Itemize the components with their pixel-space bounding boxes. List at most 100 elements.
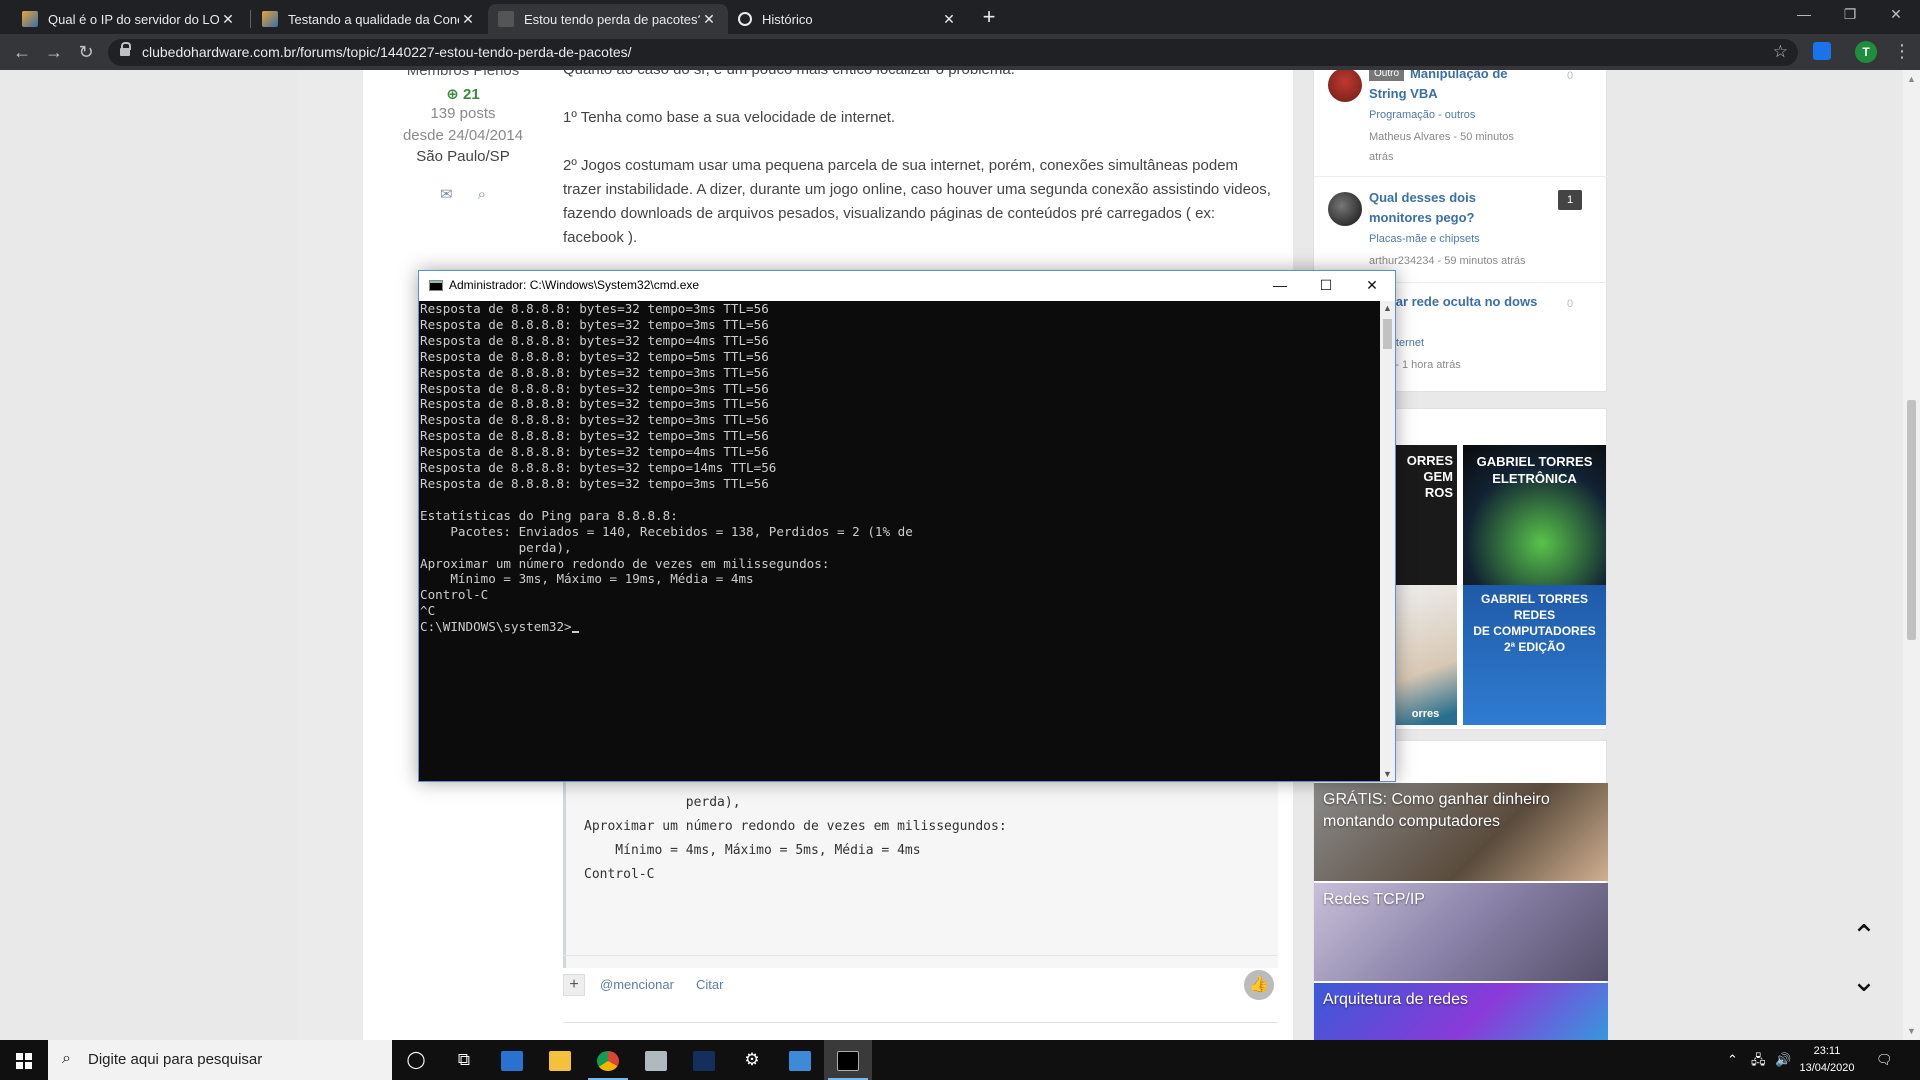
scroll-up-arrow-icon[interactable]: ▲ bbox=[1907, 74, 1916, 84]
app-icon[interactable] bbox=[632, 1040, 680, 1080]
app-icon[interactable] bbox=[680, 1040, 728, 1080]
cmd-output: Resposta de 8.8.8.8: bytes=32 tempo=3ms … bbox=[420, 301, 913, 635]
network-icon[interactable]: 🖧 bbox=[1751, 1040, 1766, 1080]
scroll-down-chevron-icon[interactable]: ⌄ bbox=[1850, 967, 1878, 998]
profile-avatar[interactable]: T bbox=[1855, 41, 1877, 63]
cmd-title-bar[interactable]: Administrador: C:\Windows\System32\cmd.e… bbox=[419, 271, 1395, 301]
cmd-scrollbar[interactable]: ▲ ▼ bbox=[1380, 301, 1395, 781]
reload-button[interactable]: ↻ bbox=[74, 41, 98, 63]
site-favicon-icon bbox=[22, 11, 38, 27]
cmd-taskbar-icon[interactable] bbox=[824, 1040, 872, 1080]
topic-category[interactable]: Programação - outros bbox=[1369, 109, 1475, 121]
reply-count: 1 bbox=[1558, 190, 1582, 210]
reply-count: 0 bbox=[1566, 70, 1574, 82]
extension-icon[interactable] bbox=[1813, 42, 1831, 60]
cmd-console[interactable]: Resposta de 8.8.8.8: bytes=32 tempo=3ms … bbox=[419, 301, 1380, 781]
book-cover[interactable]: GABRIEL TORRES ELETRÔNICA bbox=[1463, 445, 1606, 585]
chrome-icon[interactable] bbox=[584, 1040, 632, 1080]
prefix-badge: Outro bbox=[1369, 70, 1405, 81]
course-label: GRÁTIS: Como ganhar dinheiro montando co… bbox=[1323, 791, 1550, 830]
bookmark-star-icon[interactable]: ☆ bbox=[1773, 42, 1788, 62]
topic-category[interactable]: Placas-mãe e chipsets bbox=[1369, 233, 1480, 245]
book-cover[interactable]: ORRES GEM ROS bbox=[1394, 445, 1457, 585]
back-button[interactable]: ← bbox=[10, 41, 34, 63]
scroll-down-arrow-icon[interactable]: ▼ bbox=[1383, 769, 1392, 779]
scroll-down-arrow-icon[interactable]: ▼ bbox=[1907, 1026, 1916, 1036]
close-icon[interactable]: ✕ bbox=[219, 11, 237, 28]
site-favicon-icon bbox=[498, 11, 514, 27]
show-hidden-icons-chevron-icon[interactable]: ⌃ bbox=[1727, 1040, 1738, 1080]
scrollbar-thumb[interactable] bbox=[1383, 319, 1392, 349]
new-tab-button[interactable]: + bbox=[975, 4, 1003, 32]
author-member-since: desde 24/04/2014 bbox=[402, 127, 524, 144]
post-paragraph: 2º Jogos costumam usar uma pequena parce… bbox=[563, 157, 1271, 246]
mention-link[interactable]: @mencionar bbox=[600, 977, 674, 992]
search-placeholder: Digite aqui para pesquisar bbox=[88, 1051, 263, 1068]
author-actions: ✉ ⌕ bbox=[363, 185, 563, 203]
book-title: ORRES GEM ROS bbox=[1406, 453, 1453, 500]
tab-title: Qual é o IP do servidor do LOL p bbox=[48, 11, 219, 27]
browser-tab[interactable]: Qual é o IP do servidor do LOL p ✕ bbox=[12, 4, 247, 34]
course-banner[interactable]: Redes TCP/IP bbox=[1314, 883, 1608, 981]
cmd-close-button[interactable]: ✕ bbox=[1349, 271, 1395, 301]
file-explorer-icon[interactable] bbox=[536, 1040, 584, 1080]
multiquote-plus-button[interactable]: + bbox=[563, 974, 585, 996]
browser-tab-active[interactable]: Estou tendo perda de pacotes? - ✕ bbox=[488, 4, 728, 34]
message-envelope-icon[interactable]: ✉ bbox=[440, 186, 453, 203]
minimize-button[interactable]: — bbox=[1781, 0, 1827, 30]
notifications-icon[interactable]: 🗨 bbox=[1876, 1040, 1893, 1080]
author-location: São Paulo/SP bbox=[416, 148, 510, 165]
browser-menu-icon[interactable]: ⋮ bbox=[1893, 40, 1911, 62]
mail-icon[interactable] bbox=[488, 1040, 536, 1080]
book-title: GABRIEL TORRES ELETRÔNICA bbox=[1476, 454, 1593, 486]
page-scrollbar[interactable]: ▲ ▼ bbox=[1903, 70, 1920, 1040]
lock-icon bbox=[120, 42, 131, 57]
like-thumbs-up-icon[interactable]: 👍 bbox=[1244, 970, 1274, 1000]
browser-tab[interactable]: Testando a qualidade da Conexã ✕ bbox=[252, 4, 487, 34]
topic-title[interactable]: Qual desses dois monitores pego? bbox=[1369, 188, 1539, 228]
post-paragraph: Quanto ao caso do sr, é um pouco mais cr… bbox=[563, 70, 1278, 82]
book-title: GABRIEL TORRES REDES DE COMPUTADORES 2ª … bbox=[1473, 592, 1596, 654]
close-icon[interactable]: ✕ bbox=[459, 11, 477, 28]
browser-tab[interactable]: Histórico ✕ bbox=[728, 4, 968, 34]
windows-taskbar: ⌕ Digite aqui para pesquisar ◯ ⧉ ⚙ ⌃ 🖧 🔊… bbox=[0, 1040, 1920, 1080]
course-banner[interactable]: Arquitetura de redes bbox=[1314, 983, 1608, 1040]
divider bbox=[1314, 176, 1608, 177]
system-clock[interactable]: 23:11 13/04/2020 bbox=[1787, 1043, 1867, 1077]
tab-title: Histórico bbox=[762, 11, 813, 27]
url-text: clubedohardware.com.br/forums/topic/1440… bbox=[142, 44, 632, 60]
task-view-icon[interactable]: ⧉ bbox=[440, 1040, 488, 1080]
avatar bbox=[1328, 192, 1362, 226]
scroll-up-arrow-icon[interactable]: ▲ bbox=[1383, 303, 1392, 313]
search-icon[interactable]: ⌕ bbox=[478, 186, 486, 203]
quote-link[interactable]: Citar bbox=[696, 977, 723, 992]
cortana-icon[interactable]: ◯ bbox=[392, 1040, 440, 1080]
book-cover[interactable]: GABRIEL TORRES REDES DE COMPUTADORES 2ª … bbox=[1463, 585, 1606, 725]
settings-gear-icon[interactable]: ⚙ bbox=[728, 1040, 776, 1080]
address-bar[interactable]: clubedohardware.com.br/forums/topic/1440… bbox=[108, 39, 1798, 66]
reply-count: 0 bbox=[1566, 298, 1574, 310]
book-cover[interactable]: orres bbox=[1394, 585, 1457, 725]
close-icon[interactable]: ✕ bbox=[700, 11, 718, 28]
course-banner[interactable]: GRÁTIS: Como ganhar dinheiro montando co… bbox=[1314, 783, 1608, 881]
windows-logo-icon bbox=[16, 1053, 32, 1069]
forward-button[interactable]: → bbox=[42, 41, 66, 63]
divider bbox=[563, 1022, 1278, 1023]
scrollbar-thumb[interactable] bbox=[1907, 400, 1916, 640]
close-window-button[interactable]: ✕ bbox=[1873, 0, 1919, 30]
app-icon[interactable] bbox=[776, 1040, 824, 1080]
cmd-minimize-button[interactable]: — bbox=[1257, 271, 1303, 301]
cmd-maximize-button[interactable]: ☐ bbox=[1303, 271, 1349, 301]
courses-card: GRÁTIS: Como ganhar dinheiro montando co… bbox=[1313, 740, 1608, 1040]
taskbar-search-box[interactable]: ⌕ Digite aqui para pesquisar bbox=[48, 1040, 392, 1080]
start-button[interactable] bbox=[0, 1040, 48, 1080]
site-favicon-icon bbox=[262, 11, 278, 27]
cmd-window: Administrador: C:\Windows\System32\cmd.e… bbox=[418, 270, 1396, 782]
code-block: perda), Aproximar um número redondo de v… bbox=[563, 755, 1278, 968]
topic-item[interactable]: Outro Manipulação de String VBA Programaç… bbox=[1314, 70, 1608, 170]
topic-title[interactable]: Outro Manipulação de String VBA bbox=[1369, 70, 1539, 104]
restore-button[interactable]: ❐ bbox=[1827, 0, 1873, 30]
scroll-up-chevron-icon[interactable]: ⌃ bbox=[1850, 922, 1878, 953]
topic-meta: arthur234234 - 59 minutos atrás bbox=[1369, 255, 1526, 267]
close-icon[interactable]: ✕ bbox=[940, 11, 958, 28]
